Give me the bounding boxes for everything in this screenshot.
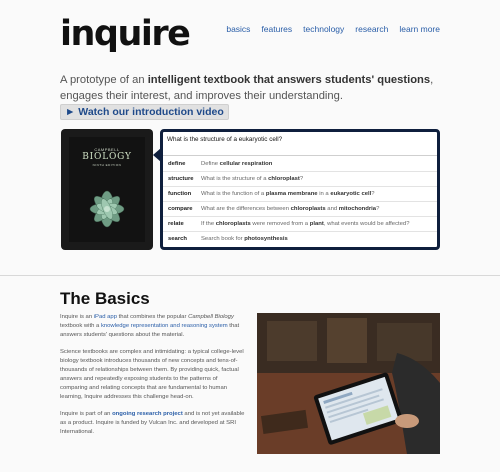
suggestion-fragment: What are the differences between	[201, 206, 291, 212]
suggestion-command: compare	[168, 206, 193, 212]
suggestion-fragment: ?	[299, 176, 304, 182]
nav-basics[interactable]: basics	[226, 24, 250, 34]
tagline-emphasis: intelligent textbook that answers studen…	[147, 74, 431, 86]
basics-text: Inquire is an iPad app that combines the…	[60, 313, 246, 445]
p1-text-b: that combines the popular	[117, 314, 189, 320]
research-project-link[interactable]: ongoing research project	[112, 411, 183, 417]
suggestion-term: chloroplast	[268, 176, 300, 182]
inquire-logo[interactable]: inquire	[60, 14, 191, 54]
suggestion-fragment: in a	[317, 191, 331, 197]
suggestion-row-function[interactable]: function What is the function of a plasma…	[163, 186, 437, 201]
suggestion-text: Define cellular respiration	[199, 161, 272, 167]
suggestion-fragment: Search book for	[201, 236, 245, 242]
nav-features[interactable]: features	[261, 24, 292, 34]
suggestion-text: Search book for photosynthesis	[199, 236, 288, 242]
ipad-app-link[interactable]: iPad app	[94, 314, 117, 320]
p1-text-d: textbook with a	[60, 323, 101, 329]
suggestion-fragment: , what events would be affected?	[323, 221, 410, 227]
suggestion-fragment: What is the structure of a	[201, 176, 269, 182]
suggestion-term: mitochondria	[338, 206, 377, 212]
suggestion-command: function	[168, 191, 192, 197]
suggestion-fragment: If the	[201, 221, 216, 227]
suggestion-text: What are the differences between chlorop…	[199, 206, 379, 212]
suggestion-term: plant	[309, 221, 324, 227]
suggestion-row-compare[interactable]: compare What are the differences between …	[163, 201, 437, 216]
p3-text-a: Inquire is part of an	[60, 411, 113, 417]
suggestion-text: If the chloroplasts were removed from a …	[199, 221, 410, 227]
suggestion-fragment: What is the function of a	[201, 191, 266, 197]
hero-section: inquire basics features technology resea…	[0, 0, 500, 276]
book-cover: CAMPBELL BIOLOGY NINTH EDITION	[69, 137, 145, 242]
suggestion-fragment: and	[325, 206, 339, 212]
campbell-biology-title: Campbell Biology	[188, 314, 234, 320]
suggestion-row-search[interactable]: search Search book for photosynthesis	[163, 231, 437, 246]
suggestion-fragment: were removed from a	[250, 221, 310, 227]
watch-video-button[interactable]: ► Watch our introduction video	[60, 104, 229, 120]
suggestion-term: photosynthesis	[244, 236, 288, 242]
krr-link[interactable]: knowledge representation and reasoning s…	[101, 323, 228, 329]
p1-text-a: Inquire is an	[60, 314, 94, 320]
suggestion-term: chloroplasts	[290, 206, 326, 212]
suggestion-row-relate[interactable]: relate If the chloroplasts were removed f…	[163, 216, 437, 231]
suggestion-row-define[interactable]: define Define cellular respiration	[163, 156, 437, 171]
tagline-text-1: A prototype of an	[60, 74, 148, 86]
suggestion-term: eukaryotic cell	[330, 191, 372, 197]
question-panel: What is the structure of a eukaryotic ce…	[160, 129, 440, 250]
suggestion-fragment: ?	[376, 206, 380, 212]
suggestion-text: What is the function of a plasma membran…	[199, 191, 375, 197]
suggestion-command: structure	[168, 176, 194, 182]
succulent-plant-icon	[89, 190, 125, 228]
suggestion-fragment: Define	[201, 160, 220, 167]
suggestion-term: chloroplasts	[215, 221, 251, 227]
nav-technology[interactable]: technology	[303, 24, 344, 34]
question-input[interactable]: What is the structure of a eukaryotic ce…	[163, 132, 437, 156]
suggestion-command: define	[168, 160, 186, 167]
suggestion-command: relate	[168, 221, 184, 227]
nav-research[interactable]: research	[355, 24, 388, 34]
main-nav: basics features technology research lear…	[226, 24, 440, 34]
suggestion-term: plasma membrane	[265, 191, 318, 197]
intro-tagline: A prototype of an intelligent textbook t…	[60, 72, 445, 120]
basics-paragraph-2: Science textbooks are complex and intimi…	[60, 349, 244, 400]
suggestion-term: cellular respiration	[219, 160, 273, 167]
photo-illustration	[257, 313, 440, 454]
ipad-device: CAMPBELL BIOLOGY NINTH EDITION	[61, 129, 153, 250]
suggestion-list: define Define cellular respiration structu…	[163, 156, 437, 246]
basics-heading: The Basics	[60, 289, 150, 308]
suggestion-row-structure[interactable]: structure What is the structure of a chlo…	[163, 171, 437, 186]
basics-paragraph-3: Inquire is part of an ongoing research p…	[60, 410, 246, 437]
nav-learn-more[interactable]: learn more	[399, 24, 440, 34]
suggestion-command: search	[168, 236, 187, 242]
suggestion-text: What is the structure of a chloroplast?	[199, 176, 303, 182]
basics-paragraph-1: Inquire is an iPad app that combines the…	[60, 313, 246, 340]
student-using-ipad-photo	[257, 313, 440, 454]
suggestion-fragment: ?	[371, 191, 375, 197]
